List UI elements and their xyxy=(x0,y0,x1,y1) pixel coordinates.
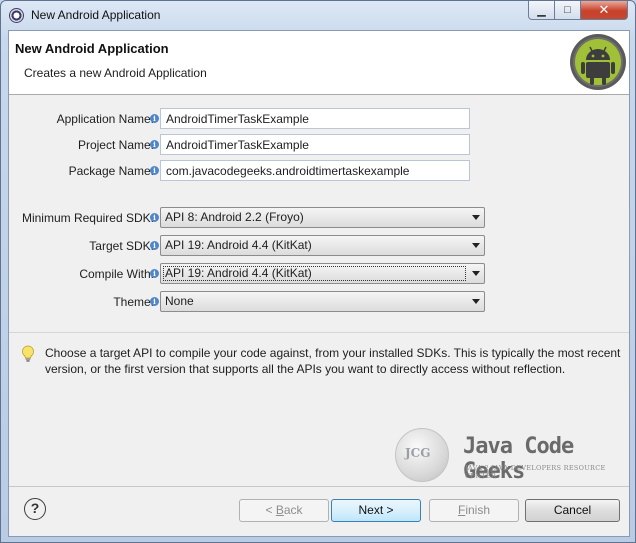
minimize-button[interactable]: ▁ xyxy=(528,1,555,20)
java-code-geeks-watermark: JCG Java Code Geeks JAVA 2 JAVA DEVELOPE… xyxy=(395,424,625,484)
chevron-down-icon xyxy=(472,215,480,220)
next-button[interactable]: Next > xyxy=(331,499,421,522)
project-name-input[interactable]: AndroidTimerTaskExample xyxy=(160,134,470,155)
banner-title: New Android Application xyxy=(15,41,169,56)
lightbulb-icon xyxy=(22,345,34,362)
title-bar[interactable]: New Android Application ▁ □ ✕ xyxy=(1,1,635,29)
eclipse-app-icon xyxy=(9,8,24,23)
jcg-logo-mark: JCG xyxy=(405,446,431,460)
target-sdk-select[interactable]: API 19: Android 4.4 (KitKat) xyxy=(160,235,485,256)
banner-subtitle: Creates a new Android Application xyxy=(24,66,207,80)
compile-with-select[interactable]: API 19: Android 4.4 (KitKat) xyxy=(160,263,485,284)
help-icon: ? xyxy=(30,500,40,516)
maximize-icon: □ xyxy=(564,4,571,16)
jcg-tagline: JAVA 2 JAVA DEVELOPERS RESOURCE CENTER xyxy=(465,464,606,480)
application-name-input[interactable]: AndroidTimerTaskExample xyxy=(160,108,470,129)
info-icon: i xyxy=(150,241,159,250)
window-title: New Android Application xyxy=(31,8,161,22)
new-android-application-window: New Android Application ▁ □ ✕ New Androi… xyxy=(0,0,636,543)
android-robot-icon xyxy=(570,34,626,90)
application-name-label: Application Name: xyxy=(56,112,154,126)
project-name-label: Project Name: xyxy=(77,138,154,152)
info-icon: i xyxy=(150,269,159,278)
chevron-down-icon xyxy=(472,243,480,248)
close-button[interactable]: ✕ xyxy=(580,1,628,20)
min-sdk-select[interactable]: API 8: Android 2.2 (Froyo) xyxy=(160,207,485,228)
info-icon: i xyxy=(150,140,159,149)
chevron-down-icon xyxy=(472,271,480,276)
cancel-button[interactable]: Cancel xyxy=(525,499,620,522)
back-label-prefix: < xyxy=(265,503,276,517)
theme-select[interactable]: None xyxy=(160,291,485,312)
package-name-label: Package Name: xyxy=(68,164,154,178)
button-bar-separator xyxy=(9,486,629,487)
min-sdk-value: API 8: Android 2.2 (Froyo) xyxy=(165,210,304,224)
back-button[interactable]: < Back xyxy=(239,499,329,522)
theme-label: Theme: xyxy=(113,295,154,309)
maximize-button[interactable]: □ xyxy=(554,1,581,20)
compile-with-value: API 19: Android 4.4 (KitKat) xyxy=(163,266,466,281)
finish-button[interactable]: Finish xyxy=(429,499,519,522)
target-sdk-value: API 19: Android 4.4 (KitKat) xyxy=(165,238,312,252)
info-icon: i xyxy=(150,166,159,175)
hint-separator xyxy=(9,332,629,333)
min-sdk-label: Minimum Required SDK: xyxy=(21,211,154,225)
chevron-down-icon xyxy=(472,299,480,304)
hint-text: Choose a target API to compile your code… xyxy=(45,346,621,376)
minimize-icon: ▁ xyxy=(537,4,546,17)
package-name-input[interactable]: com.javacodegeeks.androidtimertaskexampl… xyxy=(160,160,470,181)
close-icon: ✕ xyxy=(598,2,610,17)
back-label-mnemonic: B xyxy=(275,503,284,517)
dialog-client-area: New Android Application Creates a new An… xyxy=(8,30,630,537)
info-icon: i xyxy=(150,213,159,222)
info-icon: i xyxy=(150,297,159,306)
info-icon: i xyxy=(150,114,159,123)
help-button[interactable]: ? xyxy=(24,498,46,520)
compile-with-label: Compile With: xyxy=(79,267,154,281)
theme-value: None xyxy=(165,294,194,308)
target-sdk-label: Target SDK: xyxy=(89,239,154,253)
back-label-rest: ack xyxy=(283,503,303,517)
wizard-banner: New Android Application Creates a new An… xyxy=(9,31,629,95)
finish-label-rest: inish xyxy=(465,503,491,517)
